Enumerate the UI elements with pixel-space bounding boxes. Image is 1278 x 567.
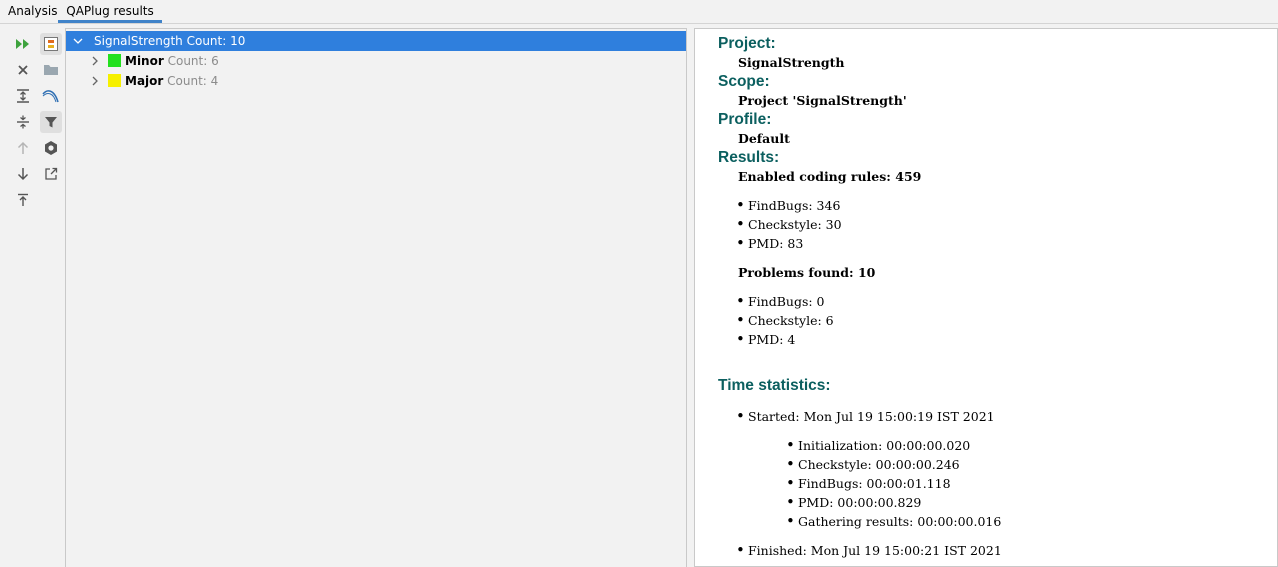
- project-value: SignalStrength: [738, 55, 845, 70]
- timing-pmd: PMD: 00:00:00.829: [786, 495, 921, 510]
- up-arrow-icon[interactable]: [12, 137, 34, 159]
- curve-icon[interactable]: [40, 85, 62, 107]
- rules-findbugs: FindBugs: 346: [736, 198, 840, 213]
- tab-analysis[interactable]: Analysis: [0, 0, 65, 23]
- problems-pmd: PMD: 4: [736, 332, 795, 347]
- major-severity-icon: [108, 74, 121, 87]
- scope-value: Project 'SignalStrength': [738, 93, 907, 108]
- down-arrow-icon[interactable]: [12, 163, 34, 185]
- tree-item-minor-name: Minor: [125, 54, 164, 68]
- time-statistics-heading: Time statistics:: [718, 377, 831, 394]
- rules-pmd: PMD: 83: [736, 236, 803, 251]
- tree-item-minor[interactable]: Minor Count: 6: [66, 51, 686, 71]
- timing-checkstyle: Checkstyle: 00:00:00.246: [786, 457, 960, 472]
- settings-icon[interactable]: [40, 137, 62, 159]
- results-tree: SignalStrength Count: 10 Minor Count: 6 …: [65, 28, 687, 567]
- problems-found: Problems found: 10: [738, 265, 876, 280]
- tree-root-row[interactable]: SignalStrength Count: 10: [66, 31, 686, 51]
- chevron-right-icon[interactable]: [89, 71, 101, 97]
- timing-initialization: Initialization: 00:00:00.020: [786, 438, 970, 453]
- pin-icon[interactable]: [12, 189, 34, 211]
- expand-all-icon[interactable]: [12, 85, 34, 107]
- problems-findbugs: FindBugs: 0: [736, 294, 824, 309]
- tree-root-name: SignalStrength: [94, 34, 183, 48]
- export-icon[interactable]: [40, 163, 62, 185]
- tab-qaplug-results[interactable]: QAPlug results: [58, 0, 162, 23]
- timing-findbugs: FindBugs: 00:00:01.118: [786, 476, 951, 491]
- enabled-rules: Enabled coding rules: 459: [738, 169, 922, 184]
- minor-severity-icon: [108, 54, 121, 67]
- started-time: Started: Mon Jul 19 15:00:19 IST 2021: [736, 409, 995, 424]
- tree-item-major-count: Count: 4: [167, 74, 219, 88]
- close-icon[interactable]: [12, 59, 34, 81]
- side-toolbar: [0, 24, 65, 567]
- profile-value: Default: [738, 131, 790, 146]
- timing-gathering: Gathering results: 00:00:00.016: [786, 514, 1001, 529]
- rules-checkstyle: Checkstyle: 30: [736, 217, 842, 232]
- details-panel: Project: SignalStrength Scope: Project '…: [694, 28, 1278, 567]
- run-icon[interactable]: [12, 33, 34, 55]
- filter-icon[interactable]: [40, 111, 62, 133]
- results-heading: Results:: [718, 149, 780, 166]
- scope-heading: Scope:: [718, 73, 770, 90]
- collapse-all-icon[interactable]: [12, 111, 34, 133]
- tool-window-tabbar: Analysis QAPlug results: [0, 0, 1278, 24]
- tree-item-minor-count: Count: 6: [167, 54, 219, 68]
- tree-root-count: Count: 10: [186, 34, 246, 48]
- folder-icon[interactable]: [40, 59, 62, 81]
- group-icon[interactable]: [40, 33, 62, 55]
- finished-time: Finished: Mon Jul 19 15:00:21 IST 2021: [736, 543, 1002, 558]
- tree-item-major-name: Major: [125, 74, 164, 88]
- problems-checkstyle: Checkstyle: 6: [736, 313, 834, 328]
- profile-heading: Profile:: [718, 111, 772, 128]
- tree-item-major[interactable]: Major Count: 4: [66, 71, 686, 91]
- project-heading: Project:: [718, 35, 776, 52]
